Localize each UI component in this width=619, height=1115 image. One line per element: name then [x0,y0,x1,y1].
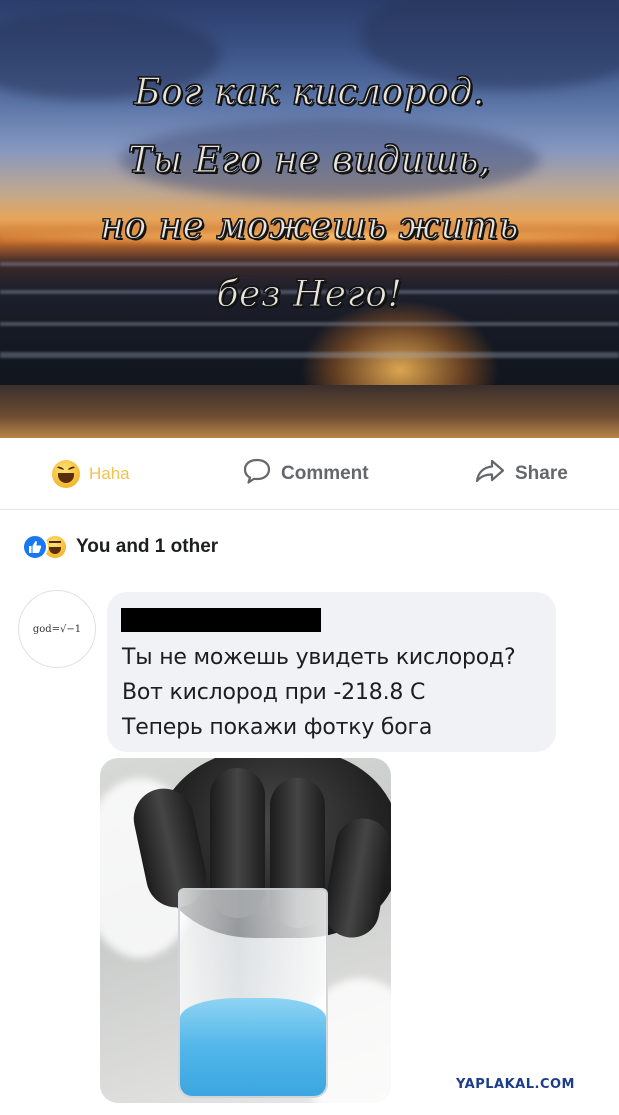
share-button[interactable]: Share [474,458,568,490]
comment-button[interactable]: Comment [242,457,369,491]
share-icon [474,458,506,490]
comment-icon [242,457,272,491]
post-image[interactable]: Бог как кислород. Ты Его не видишь, но н… [0,0,619,438]
comment-line-2: Вот кислород при -218.8 C [122,680,426,705]
quote-line-2: Ты Его не видишь, [128,140,491,182]
wave-line [0,352,619,358]
like-reaction-icon [22,534,48,560]
shoreline [0,385,619,438]
comment-line-1: Ты не можешь увидеть кислород? [122,645,516,670]
reactions-text: You and 1 other [76,536,219,557]
post-action-bar: Haha Comment Share [0,438,619,510]
haha-label: Haha [89,464,130,483]
haha-button[interactable]: Haha [52,460,130,488]
commenter-avatar[interactable]: god=√−1 [18,590,96,668]
reactions-summary[interactable]: You and 1 other [22,532,218,562]
comment-line-3: Теперь покажи фотку бога [122,715,433,740]
liquid-oxygen [180,998,326,1096]
haha-emoji-icon [52,460,80,488]
wave-line [0,262,619,266]
quote-line-3: но не можешь жить [100,206,519,248]
wave-line [0,322,619,326]
quote-line-1: Бог как кислород. [134,72,485,114]
watermark-text: YAPLAKAL.COM [456,1077,575,1092]
redacted-name-bar [121,608,321,632]
quote-line-4: без Него! [216,274,403,316]
share-label: Share [515,463,568,484]
comment-label: Comment [281,463,369,484]
avatar-text: god=√−1 [32,623,82,635]
comment-attached-photo[interactable] [100,758,391,1103]
